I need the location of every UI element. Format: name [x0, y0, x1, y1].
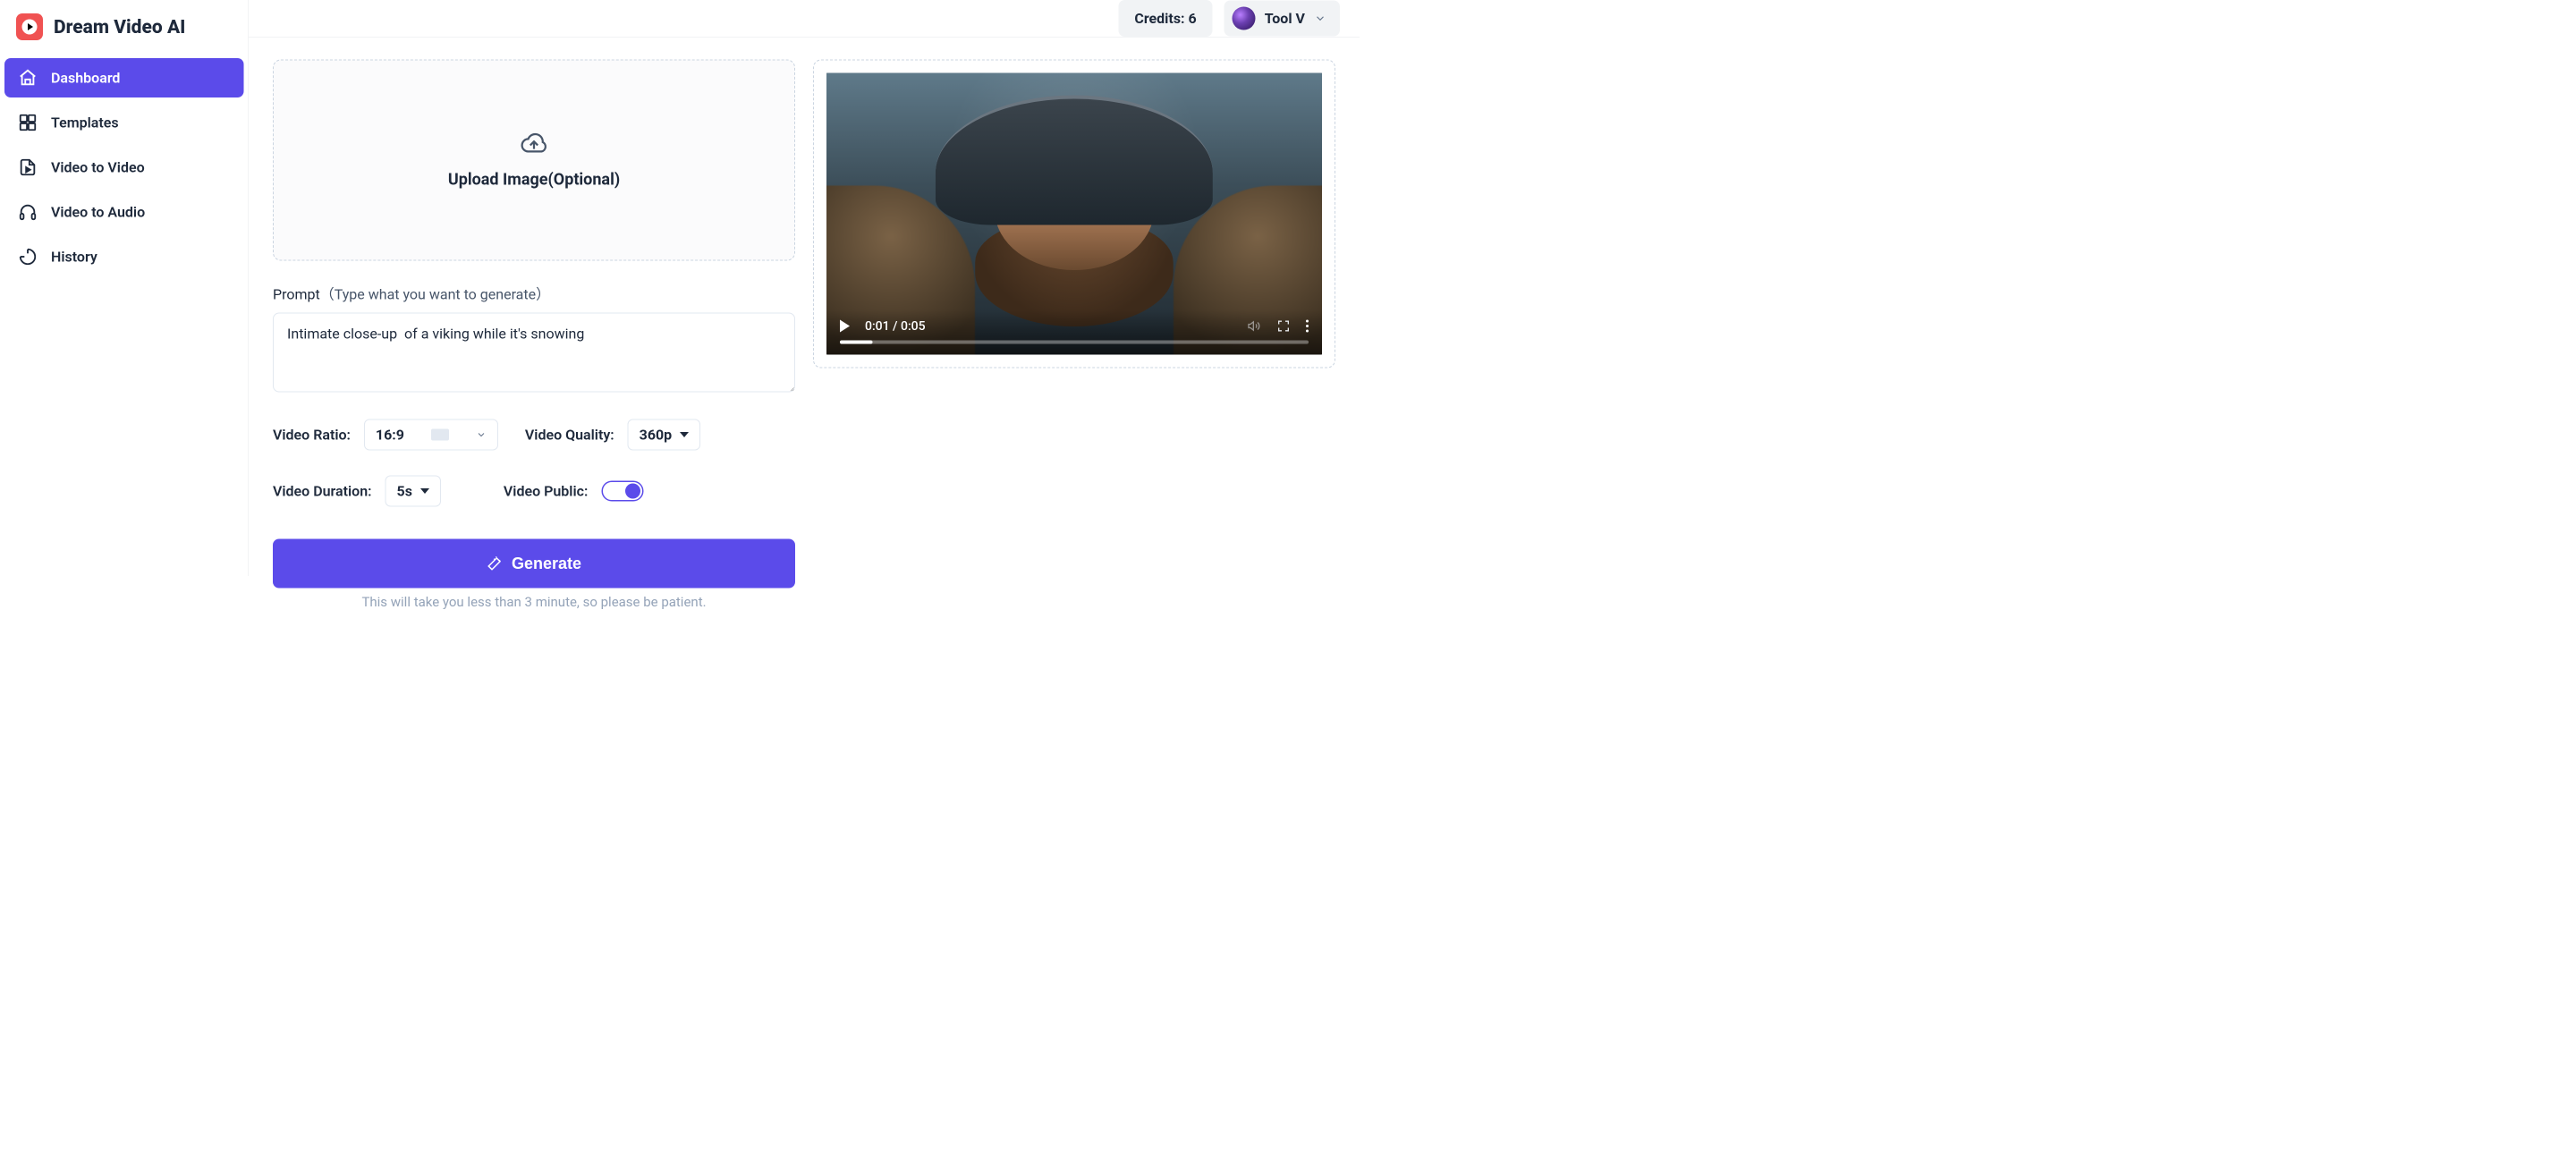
preview-card: 0:01 / 0:05 — [813, 60, 1335, 368]
video-player[interactable]: 0:01 / 0:05 — [826, 73, 1322, 355]
app-logo: Dream Video AI — [4, 13, 244, 58]
sidebar: Dream Video AI Dashboard Templates Video… — [0, 0, 249, 576]
user-name: Tool V — [1265, 10, 1305, 27]
video-ratio-control: Video Ratio: 16:9 — [273, 419, 498, 451]
user-menu[interactable]: Tool V — [1224, 1, 1340, 37]
toggle-knob — [625, 484, 640, 499]
video-menu-icon[interactable] — [1306, 319, 1309, 332]
ratio-swatch-icon — [431, 429, 449, 441]
chevron-down-icon — [1314, 13, 1326, 25]
volume-icon[interactable] — [1247, 318, 1261, 333]
video-controls: 0:01 / 0:05 — [826, 310, 1322, 355]
video-file-icon — [18, 157, 38, 177]
avatar — [1233, 7, 1256, 30]
prompt-label: Prompt（Type what you want to generate） — [273, 284, 795, 304]
content: Upload Image(Optional) Prompt（Type what … — [249, 38, 1360, 633]
cloud-upload-icon — [519, 131, 550, 157]
headphones-icon — [18, 202, 38, 222]
video-time: 0:01 / 0:05 — [865, 318, 926, 334]
video-public-control: Video Public: — [504, 481, 643, 502]
magic-wand-icon — [487, 555, 503, 572]
prompt-input[interactable] — [273, 313, 795, 393]
generate-note: This will take you less than 3 minute, s… — [273, 595, 795, 611]
caret-down-icon — [680, 432, 689, 437]
play-icon[interactable] — [840, 319, 850, 332]
upload-label: Upload Image(Optional) — [448, 170, 620, 189]
video-progress-fill — [840, 341, 873, 344]
topbar: Credits: 6 Tool V — [249, 0, 1360, 38]
generate-label: Generate — [512, 555, 581, 573]
sidebar-item-label: Video to Video — [51, 159, 145, 176]
video-duration-control: Video Duration: 5s — [273, 476, 441, 507]
upload-dropzone[interactable]: Upload Image(Optional) — [273, 60, 795, 261]
sidebar-item-history[interactable]: History — [4, 237, 244, 276]
sidebar-item-video-to-audio[interactable]: Video to Audio — [4, 192, 244, 232]
duration-value: 5s — [397, 483, 412, 500]
quality-value: 360p — [640, 427, 673, 444]
video-progress[interactable] — [840, 341, 1309, 344]
duration-label: Video Duration: — [273, 483, 372, 500]
video-quality-control: Video Quality: 360p — [525, 419, 700, 451]
logo-mark-icon — [16, 13, 43, 40]
quality-label: Video Quality: — [525, 427, 614, 444]
history-icon — [18, 247, 38, 267]
sidebar-item-label: Video to Audio — [51, 204, 145, 221]
chevron-down-icon — [476, 429, 487, 440]
app-name: Dream Video AI — [54, 16, 185, 38]
fullscreen-icon[interactable] — [1276, 318, 1291, 333]
sidebar-item-dashboard[interactable]: Dashboard — [4, 58, 244, 97]
generate-button[interactable]: Generate — [273, 539, 795, 589]
ratio-label: Video Ratio: — [273, 427, 351, 444]
sidebar-nav: Dashboard Templates Video to Video Video… — [4, 58, 244, 276]
ratio-select[interactable]: 16:9 — [364, 419, 498, 451]
quality-select[interactable]: 360p — [628, 419, 701, 451]
credits-badge: Credits: 6 — [1118, 0, 1212, 37]
sidebar-item-label: Dashboard — [51, 70, 120, 87]
sidebar-item-label: Templates — [51, 114, 119, 131]
sidebar-item-templates[interactable]: Templates — [4, 103, 244, 142]
generation-form: Upload Image(Optional) Prompt（Type what … — [273, 60, 795, 611]
public-toggle[interactable] — [601, 481, 643, 502]
templates-icon — [18, 113, 38, 132]
public-label: Video Public: — [504, 483, 588, 500]
preview-panel: 0:01 / 0:05 — [813, 60, 1335, 368]
duration-select[interactable]: 5s — [386, 476, 441, 507]
sidebar-item-video-to-video[interactable]: Video to Video — [4, 148, 244, 187]
home-icon — [18, 68, 38, 88]
caret-down-icon — [420, 488, 429, 494]
sidebar-item-label: History — [51, 249, 97, 266]
ratio-value: 16:9 — [376, 427, 404, 444]
